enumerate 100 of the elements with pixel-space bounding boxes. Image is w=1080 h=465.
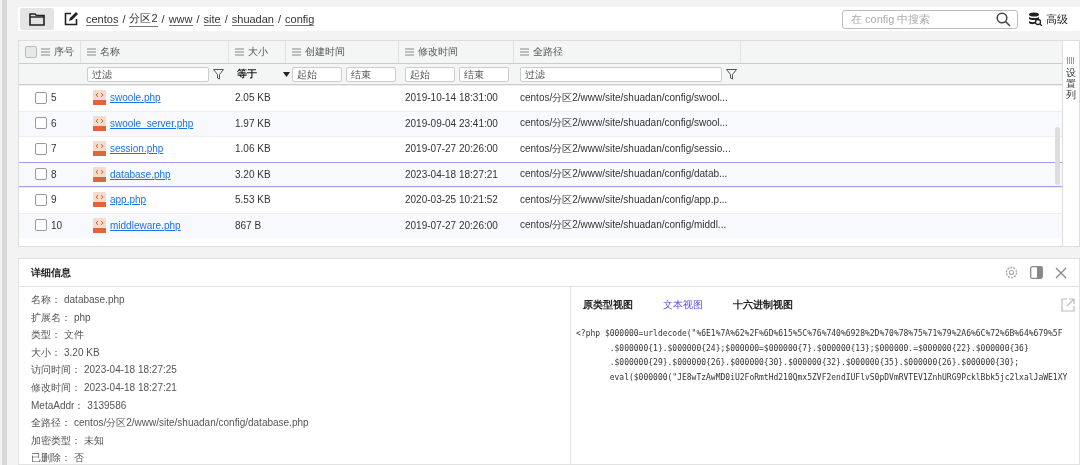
table-cell: 10 (51, 219, 63, 231)
code-file-icon (93, 217, 106, 233)
breadcrumb-link[interactable]: centos (86, 12, 119, 26)
code-line: eval($000000("JE8wTzAwMD0iU2FoRmtHd210Qmx5ZVF2endIUFlvS0pDVmRVTEV1ZnhURG9PcklBbk5jc2lxalJaWE1XY (608, 371, 1069, 384)
breadcrumb-link[interactable]: www (168, 12, 193, 26)
table-row[interactable]: 8 database.php 3.20 KB 2023-04-18 18:27:21 centos/分区2/www/site/shuadan/config/datab... (19, 161, 1062, 187)
table-row[interactable]: 6 swoole_server.php 1.97 KB 2019-09-04 23:41:00 centos/分区2/www/site/shuadan/config/swool... (19, 110, 1062, 136)
file-link[interactable]: database.php (110, 168, 171, 180)
table-cell: 6 (51, 117, 57, 129)
property-value: 3.20 KB (64, 346, 100, 358)
filter-field[interactable]: 过滤 (520, 66, 722, 82)
table-cell: 3.20 KB (235, 168, 271, 180)
property-label: 加密类型： (31, 433, 81, 448)
date-field[interactable]: 起始 (292, 66, 342, 82)
code-file-icon (93, 141, 106, 157)
column-header: 序号 (54, 45, 74, 59)
scrollbar[interactable] (1055, 127, 1060, 185)
table-cell: 2.05 KB (235, 92, 271, 104)
property-value: 否 (74, 451, 84, 465)
table-cell: 2019-09-04 23:41:00 (405, 117, 498, 129)
table-cell: 8 (51, 168, 57, 180)
property-label: 已删除： (31, 451, 71, 465)
property-label: 扩展名： (31, 310, 71, 325)
property-label: 访问时间： (31, 363, 81, 378)
path-separator: / (122, 13, 126, 25)
edit-icon[interactable] (64, 12, 78, 26)
operator-dropdown[interactable]: 等于 (235, 67, 290, 81)
close-icon[interactable] (1055, 266, 1067, 279)
date-field[interactable]: 结束 (346, 66, 396, 82)
panel-layout-icon[interactable] (1030, 266, 1043, 279)
table-cell: 2019-07-27 20:26:00 (405, 219, 498, 231)
filter-field[interactable]: 过滤 (87, 66, 209, 82)
property-label: 修改时间： (31, 380, 81, 395)
path-separator: / (224, 13, 228, 25)
table-row[interactable]: 5 swoole.php 2.05 KB 2019-10-14 18:31:00 centos/分区2/www/site/shuadan/config/swool... (19, 85, 1062, 111)
property-label: MetaAddr： (31, 398, 85, 413)
property-label: 类型： (31, 328, 61, 343)
table-cell: centos/分区2/www/site/shuadan/config/swool... (520, 90, 728, 105)
column-header: 修改时间 (418, 45, 458, 59)
file-link[interactable]: swoole.php (110, 92, 161, 104)
path-separator: / (161, 13, 165, 25)
property-value: database.php (64, 294, 125, 305)
table-row[interactable]: 10 middleware.php 867 B 2019-07-27 20:26:00 centos/分区2/www/site/shuadan/config/middl... (19, 212, 1062, 238)
table-cell: 1.06 KB (235, 143, 271, 155)
table-row[interactable]: 7 session.php 1.06 KB 2019-07-27 20:26:00 centos/分区2/www/site/shuadan/config/sessio... (19, 136, 1062, 162)
table-cell: centos/分区2/www/site/shuadan/config/middl... (520, 218, 727, 233)
table-cell: 2019-10-14 18:31:00 (405, 92, 498, 104)
menu-icon[interactable] (520, 48, 529, 56)
advanced-search-button[interactable]: 高级 (1028, 11, 1068, 27)
column-header: 全路径 (533, 45, 563, 59)
row-checkbox[interactable] (35, 142, 47, 155)
filter-icon[interactable] (726, 68, 737, 80)
property-value: 未知 (84, 433, 104, 448)
breadcrumb-link[interactable]: shuadan (231, 12, 274, 26)
file-link[interactable]: middleware.php (110, 219, 181, 231)
column-settings-tab[interactable]: 设置列 (1063, 40, 1080, 247)
property-value: 2023-04-18 18:27:25 (84, 364, 177, 376)
select-all-checkbox[interactable] (25, 46, 37, 58)
row-checkbox[interactable] (35, 219, 47, 232)
view-tab[interactable]: 原类型视图 (583, 298, 633, 312)
open-external-icon[interactable] (1061, 298, 1075, 312)
folder-icon (29, 12, 45, 26)
menu-icon[interactable] (405, 48, 414, 56)
search-field[interactable]: 在 config 中搜索 (842, 9, 1018, 29)
table-cell: centos/分区2/www/site/shuadan/config/app.p... (520, 192, 728, 207)
folder-button[interactable] (20, 8, 54, 30)
table-cell: 867 B (235, 219, 262, 231)
date-field[interactable]: 结束 (459, 66, 509, 82)
file-link[interactable]: swoole_server.php (110, 117, 194, 129)
table-cell: 5.53 KB (235, 194, 271, 206)
date-field[interactable]: 起始 (405, 66, 455, 82)
view-tab[interactable]: 十六进制视图 (733, 298, 793, 312)
database-search-icon (1028, 12, 1043, 26)
table-row[interactable]: 9 app.php 5.53 KB 2020-03-25 10:21:52 centos/分区2/www/site/shuadan/config/app.p... (19, 187, 1062, 213)
table-cell: 2020-03-25 10:21:52 (405, 194, 498, 206)
table-cell: centos/分区2/www/site/shuadan/config/sessio... (520, 141, 731, 156)
row-checkbox[interactable] (35, 193, 47, 206)
row-checkbox[interactable] (35, 91, 47, 104)
menu-icon[interactable] (41, 48, 50, 56)
file-link[interactable]: app.php (110, 194, 147, 206)
code-file-icon (93, 115, 106, 131)
column-header: 名称 (100, 45, 120, 59)
property-value: centos/分区2/www/site/shuadan/config/database.php (74, 416, 309, 431)
breadcrumb-link[interactable]: config (285, 12, 315, 26)
menu-icon[interactable] (292, 48, 301, 56)
breadcrumb-link[interactable]: site (203, 12, 221, 26)
row-checkbox[interactable] (35, 168, 47, 181)
property-label: 大小： (31, 345, 61, 360)
path-separator: / (278, 13, 282, 25)
breadcrumb-link[interactable]: 分区2 (129, 11, 158, 27)
table-cell: centos/分区2/www/site/shuadan/config/datab... (520, 167, 728, 182)
menu-icon[interactable] (87, 48, 96, 56)
code-file-icon (93, 166, 106, 182)
file-link[interactable]: session.php (110, 143, 164, 155)
row-checkbox[interactable] (35, 117, 47, 130)
settings-icon[interactable] (1005, 266, 1018, 279)
filter-icon[interactable] (213, 68, 224, 80)
table-cell: 2019-07-27 20:26:00 (405, 143, 498, 155)
menu-icon[interactable] (235, 48, 244, 56)
view-tab[interactable]: 文本视图 (663, 298, 703, 312)
